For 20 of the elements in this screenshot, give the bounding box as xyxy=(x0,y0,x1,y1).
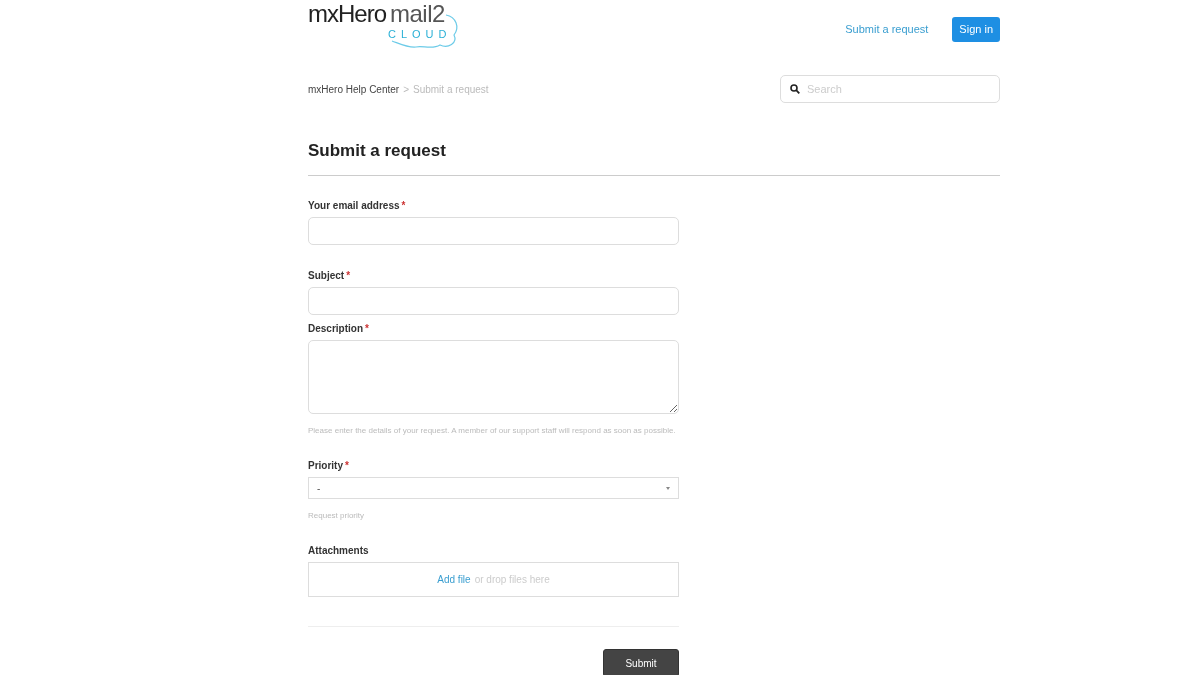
text-input-field[interactable] xyxy=(308,217,679,246)
field-label: Your email address * xyxy=(308,199,407,214)
field-label: Description * xyxy=(308,322,370,337)
caret-icon xyxy=(666,486,670,490)
sign-in-button[interactable]: Sign in xyxy=(952,17,1000,42)
page-title: Submit a request xyxy=(308,141,1000,177)
logo[interactable]: mxHero mail2 CLOUD xyxy=(308,0,463,50)
field-label: Attachments xyxy=(308,544,370,559)
text-input-field[interactable] xyxy=(308,287,679,316)
field-label: Priority * xyxy=(308,459,350,474)
breadcrumb-link[interactable]: Submit a request xyxy=(413,81,489,97)
field-label: Subject * xyxy=(308,269,352,284)
description-field[interactable] xyxy=(308,340,679,415)
add-file-link[interactable]: Add file xyxy=(437,572,471,588)
breadcrumb-link[interactable]: mxHero Help Center xyxy=(308,81,400,97)
nav-link[interactable]: Submit a request xyxy=(845,21,929,38)
breadcrumb-separator: > xyxy=(403,82,409,97)
field-hint: Request priority xyxy=(308,510,366,523)
submit-button[interactable]: Submit xyxy=(603,649,679,675)
priority-dropdown[interactable]: - xyxy=(308,477,679,500)
